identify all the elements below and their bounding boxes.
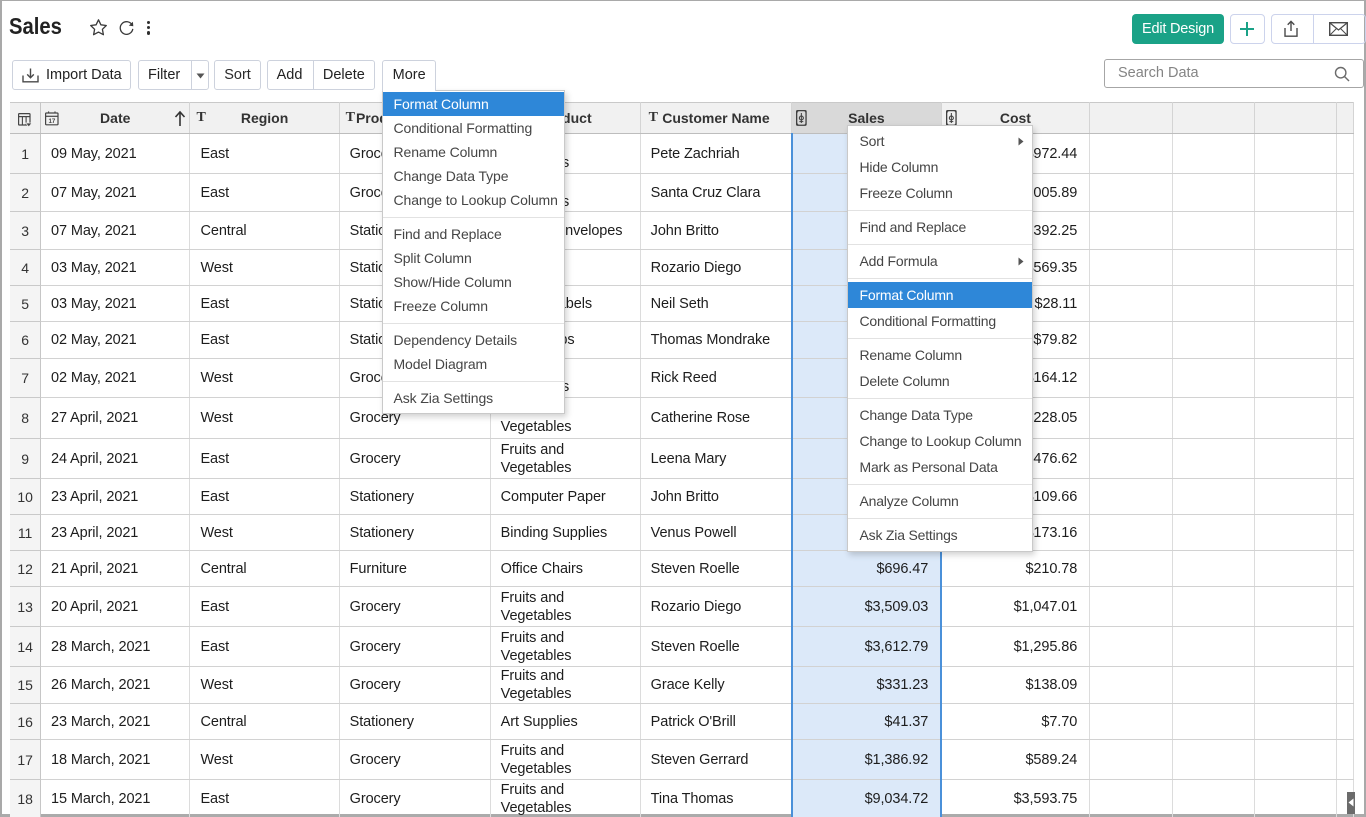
svg-text:17: 17 [48,118,55,125]
